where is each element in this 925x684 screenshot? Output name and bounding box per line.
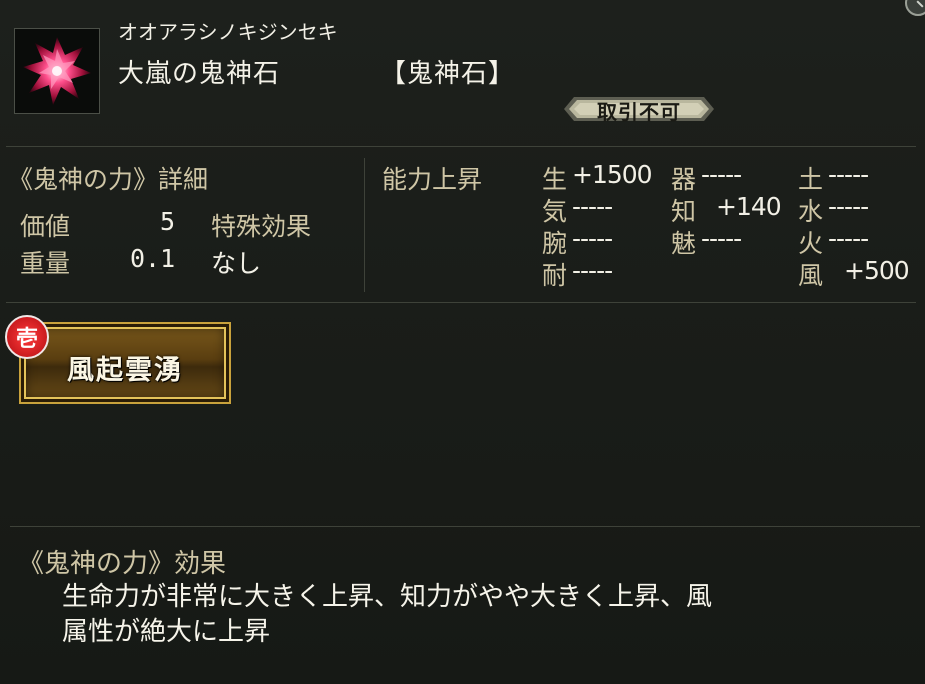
stat-label-fire: 火 xyxy=(798,229,824,258)
weight-value: 0.1 xyxy=(130,244,176,273)
details-title: 《鬼神の力》詳細 xyxy=(8,165,209,194)
item-detail-panel: オオアラシノキジンセキ 大嵐の鬼神石 【鬼神石】 取引不可 《鬼神の力》詳細 価… xyxy=(0,0,925,684)
stat-label-wind: 風 xyxy=(798,261,824,290)
divider-vertical xyxy=(364,158,365,292)
stat-value-ki: ----- xyxy=(572,192,613,221)
rank-badge: 壱 xyxy=(5,315,49,359)
weight-label: 重量 xyxy=(20,249,71,278)
divider xyxy=(6,302,916,303)
trade-status-badge: 取引不可 xyxy=(564,95,714,124)
stat-value-fire: ----- xyxy=(828,224,869,253)
stat-label-endurance: 耐 xyxy=(542,261,568,290)
special-effect-label: 特殊効果 xyxy=(211,212,312,241)
value-label: 価値 xyxy=(20,212,71,241)
effect-line-2: 属性が絶大に上昇 xyxy=(62,617,271,647)
divider xyxy=(10,526,920,527)
skill-button[interactable]: 風起雲湧 xyxy=(19,322,231,404)
divider xyxy=(6,146,916,147)
special-effect-value: なし xyxy=(211,249,262,278)
item-type: 【鬼神石】 xyxy=(380,59,516,89)
stat-value-charm: ----- xyxy=(701,224,742,253)
stat-label-life: 生 xyxy=(542,165,568,194)
stat-label-dexterity: 器 xyxy=(671,165,697,194)
stat-label-charm: 魅 xyxy=(671,229,697,258)
stat-value-water: ----- xyxy=(828,192,869,221)
stat-label-earth: 土 xyxy=(798,165,824,194)
stat-value-arm: ----- xyxy=(572,224,613,253)
stat-value-endurance: ----- xyxy=(572,256,613,285)
stat-label-ki: 気 xyxy=(542,197,568,226)
stat-label-water: 水 xyxy=(798,197,824,226)
crystal-gem-icon xyxy=(14,28,100,114)
stat-value-dexterity: ----- xyxy=(701,160,742,189)
effect-title: 《鬼神の力》効果 xyxy=(18,549,227,579)
skill-name: 風起雲湧 xyxy=(67,355,183,386)
stat-value-life: +1500 xyxy=(572,160,653,189)
trade-status-label: 取引不可 xyxy=(597,100,681,124)
effect-line-1: 生命力が非常に大きく上昇、知力がやや大きく上昇、風 xyxy=(62,582,713,612)
stat-value-wind: +500 xyxy=(844,256,910,285)
ability-title: 能力上昇 xyxy=(382,165,483,194)
item-reading: オオアラシノキジンセキ xyxy=(118,20,338,44)
close-icon[interactable] xyxy=(905,0,925,16)
stat-label-intellect: 知 xyxy=(671,197,697,226)
stat-label-arm: 腕 xyxy=(542,229,568,258)
stat-value-intellect: +140 xyxy=(716,192,782,221)
item-name: 大嵐の鬼神石 xyxy=(118,59,281,89)
stat-value-earth: ----- xyxy=(828,160,869,189)
value-value: 5 xyxy=(160,207,176,236)
